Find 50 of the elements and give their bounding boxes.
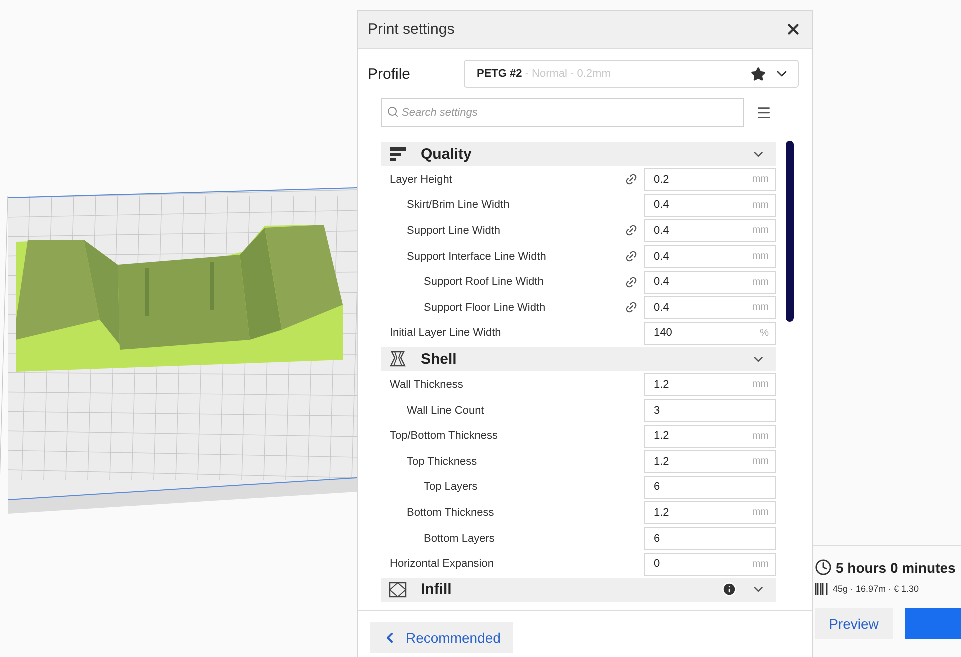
section-header[interactable]: Infill xyxy=(381,578,776,602)
setting-label: Layer Height xyxy=(389,174,454,186)
section-header[interactable]: Shell xyxy=(381,347,776,372)
info-icon[interactable] xyxy=(722,582,737,598)
star-icon[interactable] xyxy=(751,66,766,82)
setting-field[interactable]: 3 xyxy=(644,399,776,422)
setting-label: Support Line Width xyxy=(406,224,502,237)
setting-field[interactable]: 0 mm xyxy=(644,552,776,576)
setting-field[interactable]: 1.2 mm xyxy=(644,501,776,524)
barcode-icon xyxy=(815,582,829,596)
scrollbar[interactable] xyxy=(786,141,794,322)
setting-field[interactable]: 140 % xyxy=(644,322,776,345)
setting-field[interactable]: 6 xyxy=(644,527,776,550)
setting-label: Wall Line Count xyxy=(406,404,486,417)
panel-title: Print settings xyxy=(368,21,455,38)
setting-field[interactable]: 1.2 mm xyxy=(644,424,776,448)
material-estimate: 45g · 16.97m · € 1.30 xyxy=(833,584,920,594)
setting-field[interactable]: 0.4 mm xyxy=(644,194,776,217)
setting-label: Top/Bottom Thickness xyxy=(389,430,500,442)
shell-icon xyxy=(389,351,407,368)
setting-label: Bottom Layers xyxy=(423,532,496,545)
menu-icon[interactable] xyxy=(756,104,772,120)
section-header[interactable]: Quality xyxy=(381,142,776,166)
setting-field[interactable]: 0.2 mm xyxy=(644,168,776,192)
setting-label: Horizontal Expansion xyxy=(389,558,495,570)
infill-icon xyxy=(389,582,407,598)
setting-field[interactable]: 1.2 mm xyxy=(644,373,776,396)
setting-label: Bottom Thickness xyxy=(406,506,496,519)
setting-label: Skirt/Brim Line Width xyxy=(406,199,511,212)
setting-label: Top Layers xyxy=(423,481,479,494)
setting-label: Initial Layer Line Width xyxy=(389,327,502,340)
setting-label: Wall Thickness xyxy=(389,378,464,391)
setting-field[interactable]: 0.4 mm xyxy=(644,270,776,294)
setting-field[interactable]: 0.4 mm xyxy=(644,219,776,242)
preview-button[interactable]: Preview xyxy=(815,608,893,639)
profile-label: Profile xyxy=(368,66,412,82)
layers-icon xyxy=(389,146,407,162)
print-time: 5 hours 0 minutes xyxy=(836,560,956,576)
setting-field[interactable]: 0.4 mm xyxy=(644,296,776,320)
close-button[interactable] xyxy=(785,21,802,38)
setting-field[interactable]: 0.4 mm xyxy=(644,245,776,268)
setting-label: Support Floor Line Width xyxy=(423,302,547,314)
setting-label: Top Thickness xyxy=(406,456,478,468)
setting-field[interactable]: 6 xyxy=(644,476,776,499)
recommended-button[interactable]: Recommended xyxy=(370,622,513,654)
setting-label: Support Roof Line Width xyxy=(423,276,545,288)
clock-icon xyxy=(815,559,832,576)
setting-field[interactable]: 1.2 mm xyxy=(644,450,776,474)
setting-label: Support Interface Line Width xyxy=(406,250,548,263)
search-field[interactable]: Search settings xyxy=(381,98,744,127)
